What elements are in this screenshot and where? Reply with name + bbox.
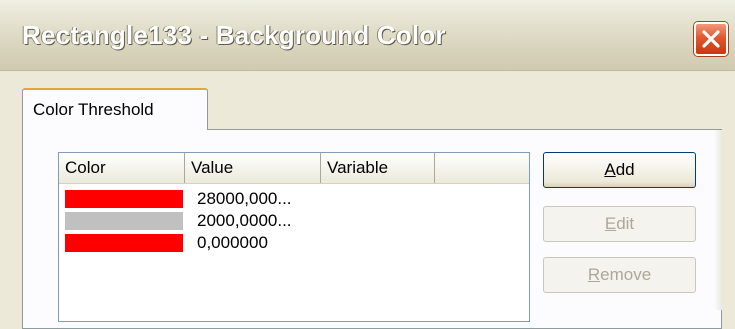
close-icon <box>702 30 720 48</box>
close-button[interactable] <box>694 22 728 56</box>
add-button[interactable]: Add <box>543 152 696 188</box>
remove-button[interactable]: Remove <box>543 257 696 293</box>
title-bar[interactable]: Rectangle133 - Background Color <box>0 0 735 71</box>
column-header-variable[interactable]: Variable <box>321 153 435 183</box>
color-swatch <box>65 190 183 208</box>
list-item[interactable]: 2000,0000... <box>65 210 525 232</box>
color-swatch <box>65 212 183 230</box>
list-item[interactable]: 0,000000 <box>65 232 525 254</box>
threshold-list[interactable]: Color Value Variable 28000,000... 2000,0… <box>58 152 530 322</box>
window-title: Rectangle133 - Background Color <box>22 20 446 50</box>
column-header-extra[interactable] <box>435 153 529 183</box>
color-swatch <box>65 234 183 252</box>
dialog-window: Rectangle133 - Background Color Color Th… <box>0 0 735 329</box>
list-header: Color Value Variable <box>59 153 529 184</box>
column-header-value[interactable]: Value <box>185 153 321 183</box>
tab-label: Color Threshold <box>33 100 154 119</box>
tab-color-threshold[interactable]: Color Threshold <box>22 88 208 130</box>
edit-button[interactable]: Edit <box>543 206 696 242</box>
list-item[interactable]: 28000,000... <box>65 188 525 210</box>
column-header-color[interactable]: Color <box>59 153 185 183</box>
threshold-value: 0,000000 <box>197 233 268 252</box>
tab-page-shade <box>714 130 722 310</box>
threshold-value: 28000,000... <box>197 189 292 208</box>
threshold-value: 2000,0000... <box>197 211 292 230</box>
